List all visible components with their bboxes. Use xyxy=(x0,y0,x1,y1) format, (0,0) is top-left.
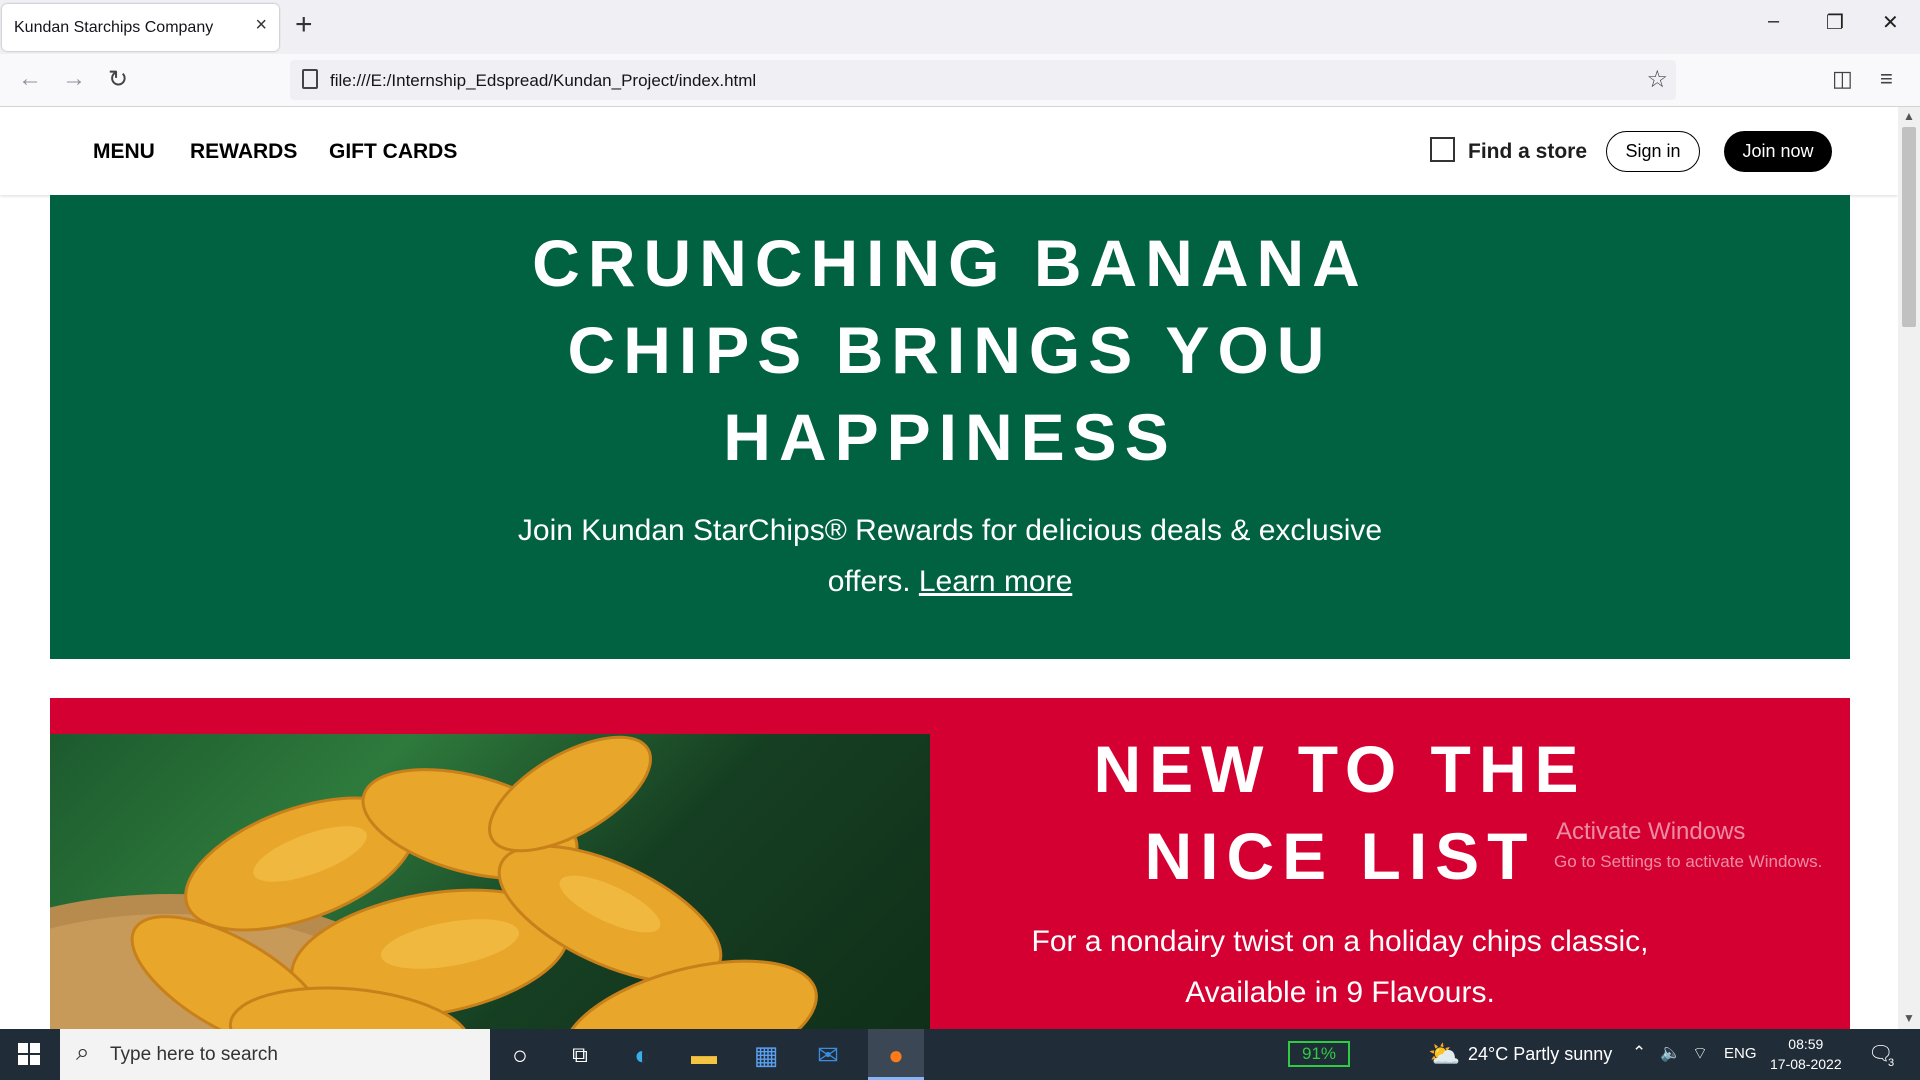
restore-icon[interactable]: ❐ xyxy=(1826,10,1844,35)
cortana-icon[interactable]: ○ xyxy=(502,1037,538,1073)
activate-windows-hint: Go to Settings to activate Windows. xyxy=(1554,852,1823,871)
search-placeholder: Type here to search xyxy=(110,1044,278,1065)
hamburger-menu-icon[interactable]: ≡ xyxy=(1880,66,1893,92)
weather-text[interactable]: 24°C Partly sunny xyxy=(1468,1044,1612,1065)
task-view-icon[interactable]: ⧉ xyxy=(562,1037,598,1073)
address-bar[interactable]: file:///E:/Internship_Edspread/Kundan_Pr… xyxy=(290,60,1676,100)
sign-in-button[interactable]: Sign in xyxy=(1606,131,1700,172)
file-explorer-icon[interactable]: ▬ xyxy=(686,1037,722,1073)
firefox-taskbar-item[interactable]: ● xyxy=(868,1029,924,1080)
banana-chips-image xyxy=(50,734,930,1029)
reload-icon[interactable]: ↻ xyxy=(108,65,128,94)
clock[interactable]: 08:59 17-08-2022 xyxy=(1770,1034,1842,1074)
close-window-icon[interactable]: ✕ xyxy=(1882,10,1899,35)
wifi-icon[interactable]: ⌔ xyxy=(1692,1043,1708,1064)
browser-tab[interactable]: Kundan Starchips Company × xyxy=(2,4,279,51)
taskbar: ⌕ Type here to search ○ ⧉ ◐ ▬ ▦ ✉ ● 91% … xyxy=(0,1029,1920,1080)
mail-icon[interactable]: ✉ xyxy=(810,1037,846,1073)
nav-gift-cards[interactable]: GIFT CARDS xyxy=(329,140,457,164)
language-indicator[interactable]: ENG xyxy=(1724,1045,1757,1062)
promo-text: For a nondairy twist on a holiday chips … xyxy=(1031,925,1649,1009)
browser-toolbar: ← → ↻ file:///E:/Internship_Edspread/Kun… xyxy=(0,54,1920,107)
taskbar-search[interactable]: ⌕ Type here to search xyxy=(60,1029,490,1080)
nav-menu[interactable]: MENU xyxy=(93,140,155,164)
url-text[interactable]: file:///E:/Internship_Edspread/Kundan_Pr… xyxy=(330,71,756,91)
back-arrow-icon[interactable]: ← xyxy=(18,65,42,93)
minimize-icon[interactable]: – xyxy=(1768,10,1779,33)
scroll-down-icon[interactable]: ▼ xyxy=(1903,1011,1915,1025)
clock-date: 17-08-2022 xyxy=(1770,1056,1842,1072)
store-icon[interactable] xyxy=(1430,137,1455,162)
search-icon: ⌕ xyxy=(76,1039,90,1066)
hero-banner: CRUNCHING BANANA CHIPS BRINGS YOU HAPPIN… xyxy=(50,195,1850,659)
volume-icon[interactable]: 🔈 xyxy=(1660,1043,1681,1063)
show-hidden-icons-icon[interactable]: ⌃ xyxy=(1632,1043,1646,1063)
tab-title: Kundan Starchips Company xyxy=(14,19,214,36)
store-app-icon[interactable]: ▦ xyxy=(748,1037,784,1073)
page-scrollbar[interactable]: ▲ ▼ xyxy=(1898,107,1920,1029)
tab-bar: Kundan Starchips Company × + – ❐ ✕ xyxy=(0,0,1920,54)
pocket-icon[interactable]: ◫ xyxy=(1832,66,1853,92)
firefox-icon: ● xyxy=(888,1040,904,1070)
battery-indicator[interactable]: 91% xyxy=(1288,1041,1350,1067)
promo-title: NEW TO THE NICE LIST xyxy=(1093,732,1587,893)
activate-windows-watermark: Activate Windows xyxy=(1556,818,1746,845)
clock-time: 08:59 xyxy=(1788,1036,1824,1052)
windows-start-icon[interactable] xyxy=(18,1043,40,1065)
hero-text: Join Kundan StarChips® Rewards for delic… xyxy=(500,505,1400,607)
web-page: MENU REWARDS GIFT CARDS Find a store Sig… xyxy=(0,107,1898,1029)
scroll-thumb[interactable] xyxy=(1902,127,1916,327)
bookmark-star-icon[interactable]: ☆ xyxy=(1646,65,1668,94)
find-store-link[interactable]: Find a store xyxy=(1468,140,1587,164)
notification-count: 3 xyxy=(1888,1057,1895,1069)
weather-icon[interactable]: ⛅ xyxy=(1428,1039,1460,1070)
join-now-button[interactable]: Join now xyxy=(1724,131,1832,172)
new-tab-button[interactable]: + xyxy=(295,8,313,42)
nav-rewards[interactable]: REWARDS xyxy=(190,140,297,164)
page-icon xyxy=(302,69,318,89)
hero-title: CRUNCHING BANANA CHIPS BRINGS YOU HAPPIN… xyxy=(532,226,1368,474)
tab-close-icon[interactable]: × xyxy=(255,14,267,37)
site-header: MENU REWARDS GIFT CARDS Find a store Sig… xyxy=(0,107,1898,195)
learn-more-link[interactable]: Learn more xyxy=(919,565,1072,598)
scroll-up-icon[interactable]: ▲ xyxy=(1903,109,1915,123)
forward-arrow-icon[interactable]: → xyxy=(62,65,86,93)
edge-icon[interactable]: ◐ xyxy=(624,1037,660,1073)
